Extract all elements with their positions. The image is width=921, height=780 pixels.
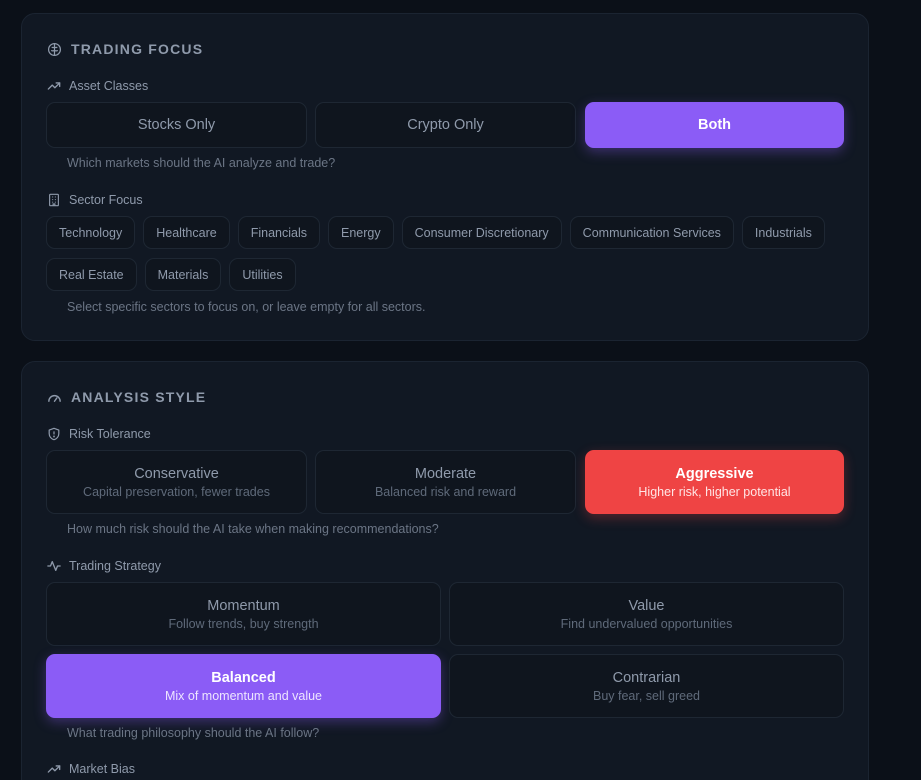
strategy-option-title: Momentum	[207, 597, 280, 614]
asset-option-both[interactable]: Both	[585, 102, 844, 148]
trending-up-icon	[47, 765, 61, 773]
sector-chip-real-estate[interactable]: Real Estate	[46, 258, 137, 291]
asset-option-stocks-only[interactable]: Stocks Only	[46, 102, 307, 148]
asset-option-crypto-only[interactable]: Crypto Only	[315, 102, 576, 148]
sector-focus-label: Sector Focus	[69, 193, 143, 207]
strategy-option-subtitle: Mix of momentum and value	[164, 688, 322, 703]
strategy-option-value[interactable]: Value Find undervalued opportunities	[449, 582, 844, 646]
asset-classes-label-row: Asset Classes	[47, 79, 148, 93]
analysis-style-header: ANALYSIS STYLE	[47, 389, 206, 405]
risk-option-subtitle: Capital preservation, fewer trades	[83, 484, 270, 499]
asset-option-label: Crypto Only	[407, 117, 484, 133]
trading-strategy-label-row: Trading Strategy	[47, 559, 161, 573]
sector-chip-materials[interactable]: Materials	[144, 258, 222, 291]
risk-option-title: Aggressive	[675, 465, 754, 482]
asset-classes-hint: Which markets should the AI analyze and …	[67, 156, 336, 170]
risk-option-subtitle: Balanced risk and reward	[374, 484, 517, 499]
sector-chip-consumer-discretionary[interactable]: Consumer Discretionary	[401, 216, 562, 249]
sector-focus-label-row: Sector Focus	[47, 193, 143, 207]
asset-option-label: Both	[697, 117, 731, 133]
activity-icon	[47, 560, 61, 572]
sector-chip-financials[interactable]: Financials	[237, 216, 320, 249]
gauge-icon	[48, 394, 61, 402]
trading-strategy-label: Trading Strategy	[69, 559, 161, 573]
sector-focus-hint: Select specific sectors to focus on, or …	[67, 300, 426, 314]
risk-option-title: Conservative	[134, 465, 219, 482]
strategy-option-title: Balanced	[211, 669, 276, 686]
building-icon	[49, 193, 59, 207]
risk-tolerance-hint: How much risk should the AI take when ma…	[67, 522, 439, 536]
trading-strategy-hint: What trading philosophy should the AI fo…	[67, 726, 320, 740]
sector-chip-utilities[interactable]: Utilities	[229, 258, 296, 291]
strategy-option-subtitle: Buy fear, sell greed	[592, 688, 700, 703]
market-bias-label: Market Bias	[69, 762, 135, 776]
risk-tolerance-label-row: Risk Tolerance	[47, 427, 151, 441]
sector-chip-communication-services[interactable]: Communication Services	[569, 216, 734, 249]
brain-icon	[47, 42, 62, 56]
trending-up-icon	[47, 82, 61, 90]
risk-option-conservative[interactable]: Conservative Capital preservation, fewer…	[46, 450, 307, 514]
strategy-option-contrarian[interactable]: Contrarian Buy fear, sell greed	[449, 654, 844, 718]
risk-option-moderate[interactable]: Moderate Balanced risk and reward	[315, 450, 576, 514]
strategy-option-balanced[interactable]: Balanced Mix of momentum and value	[46, 654, 441, 718]
risk-tolerance-label: Risk Tolerance	[69, 427, 151, 441]
asset-classes-label: Asset Classes	[69, 79, 149, 93]
risk-option-aggressive[interactable]: Aggressive Higher risk, higher potential	[585, 450, 844, 514]
strategy-option-title: Value	[628, 597, 665, 614]
strategy-option-subtitle: Follow trends, buy strength	[168, 616, 319, 631]
trading-focus-title: TRADING FOCUS	[71, 41, 204, 57]
analysis-style-card: ANALYSIS STYLE Risk Tolerance Conservati…	[21, 361, 869, 780]
strategy-option-subtitle: Find undervalued opportunities	[560, 616, 733, 631]
market-bias-label-row: Market Bias	[47, 762, 135, 776]
sector-chip-list: Technology Healthcare Financials Energy …	[46, 216, 846, 291]
strategy-option-title: Contrarian	[612, 669, 681, 686]
sector-chip-energy[interactable]: Energy	[327, 216, 394, 249]
analysis-style-title: ANALYSIS STYLE	[71, 389, 207, 405]
sector-chip-industrials[interactable]: Industrials	[741, 216, 825, 249]
risk-option-title: Moderate	[414, 465, 477, 482]
sector-chip-technology[interactable]: Technology	[46, 216, 136, 249]
trading-focus-card: TRADING FOCUS Asset Classes Stocks Only …	[21, 13, 869, 341]
strategy-option-momentum[interactable]: Momentum Follow trends, buy strength	[46, 582, 441, 646]
risk-option-subtitle: Higher risk, higher potential	[638, 484, 791, 499]
shield-icon	[48, 427, 60, 441]
sector-chip-healthcare[interactable]: Healthcare	[143, 216, 230, 249]
asset-option-label: Stocks Only	[137, 117, 216, 133]
trading-focus-header: TRADING FOCUS	[47, 41, 203, 57]
